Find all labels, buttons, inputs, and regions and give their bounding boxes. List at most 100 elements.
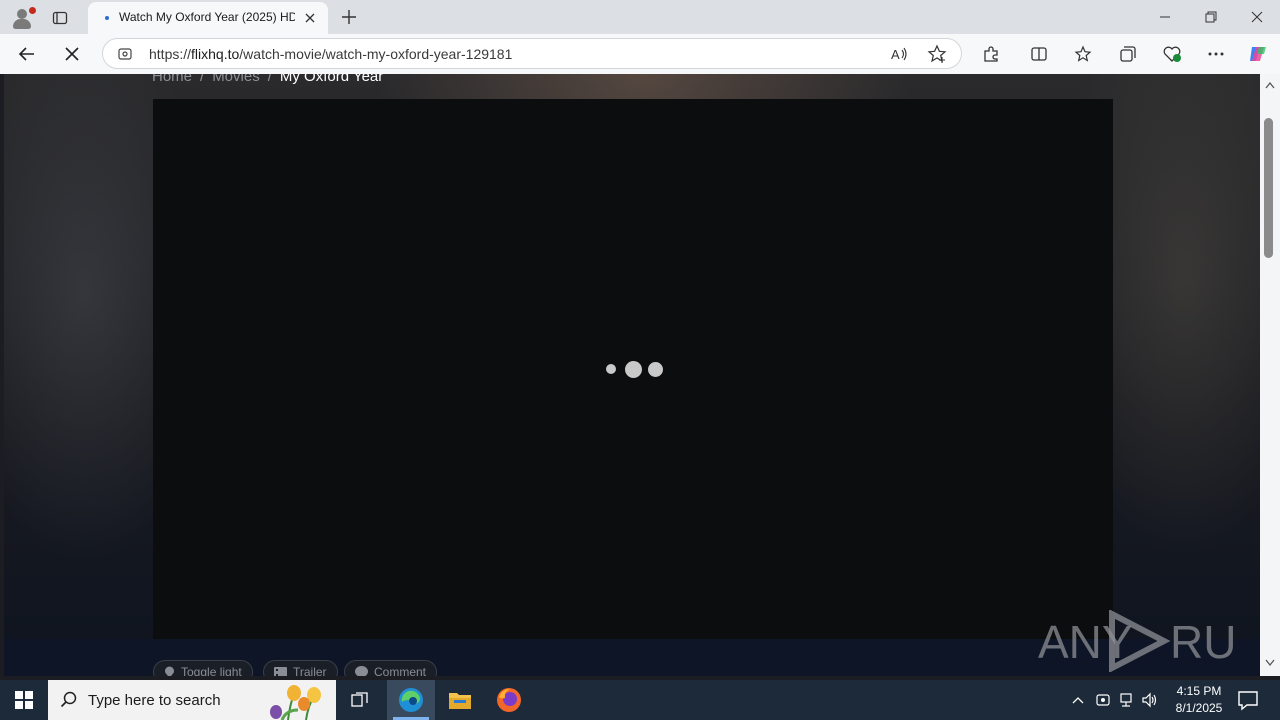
back-button[interactable] <box>11 38 43 70</box>
minimize-icon <box>1160 16 1170 18</box>
folder-icon <box>449 693 471 709</box>
restore-icon <box>1205 11 1217 23</box>
search-icon <box>60 691 77 708</box>
favorites-button[interactable] <box>1067 38 1099 70</box>
tab-loading-icon <box>105 16 109 20</box>
firefox-icon <box>497 688 521 712</box>
back-arrow-icon <box>18 47 34 61</box>
split-screen-icon <box>1031 47 1047 61</box>
search-placeholder: Type here to search <box>88 692 221 709</box>
toggle-light-button[interactable]: Toggle light <box>153 660 253 676</box>
taskbar-clock[interactable]: 4:15 PM 8/1/2025 <box>1168 683 1230 717</box>
web-page: Home / Movies / My Oxford Year Toggle light … <box>4 74 1260 676</box>
loader-dot <box>606 364 616 374</box>
profile-avatar-body <box>13 19 31 29</box>
trailer-button[interactable]: Trailer <box>263 660 338 676</box>
breadcrumb-separator: / <box>200 74 205 85</box>
stop-icon <box>65 47 79 61</box>
windows-taskbar: Type here to search 4:15 PM 8/1/2025 <box>0 680 1280 720</box>
settings-more-button[interactable] <box>1200 38 1232 70</box>
close-window-button[interactable] <box>1234 0 1280 34</box>
comment-icon <box>355 666 368 676</box>
address-bar[interactable]: https://flixhq.to/watch-movie/watch-my-o… <box>102 38 962 69</box>
taskbar-edge-app[interactable] <box>387 680 435 720</box>
site-info-icon[interactable] <box>117 46 133 62</box>
toggle-light-label: Toggle light <box>181 665 242 676</box>
tab-actions-button[interactable] <box>46 6 74 30</box>
film-icon <box>274 666 287 676</box>
loader-dot <box>625 361 642 378</box>
network-tray-button[interactable] <box>1116 690 1136 710</box>
show-hidden-icons-button[interactable] <box>1068 690 1088 710</box>
watermark-text-left: ANY <box>1038 616 1133 668</box>
restore-button[interactable] <box>1188 0 1234 34</box>
trailer-label: Trailer <box>293 665 327 676</box>
split-screen-button[interactable] <box>1023 38 1055 70</box>
page-scrollbar[interactable] <box>1260 74 1280 676</box>
stop-loading-button[interactable] <box>56 38 88 70</box>
start-button[interactable] <box>0 680 48 720</box>
windows-logo-icon <box>15 691 33 709</box>
url-text[interactable]: https://flixhq.to/watch-movie/watch-my-o… <box>149 46 512 62</box>
breadcrumb: Home / Movies / My Oxford Year <box>152 74 383 85</box>
meet-now-tray-button[interactable] <box>1093 690 1113 710</box>
puzzle-icon <box>984 46 998 62</box>
profile-notification-dot <box>29 7 36 14</box>
breadcrumb-movies-link[interactable]: Movies <box>212 74 260 85</box>
scrollbar-thumb[interactable] <box>1264 118 1273 258</box>
url-prefix: https:// <box>149 46 192 62</box>
url-path: /watch-movie/watch-my-oxford-year-129181 <box>239 46 513 62</box>
browser-tab-bar: Watch My Oxford Year (2025) HD <box>0 0 1280 34</box>
anyrun-watermark-logo: ANY RUN <box>1038 610 1238 672</box>
watermark-text-right: RUN <box>1170 616 1238 668</box>
heart-pulse-icon <box>1163 46 1181 62</box>
add-favorite-icon[interactable] <box>927 44 947 64</box>
profile-avatar-icon <box>17 9 27 19</box>
scroll-down-arrow-icon[interactable] <box>1265 659 1275 667</box>
video-player[interactable] <box>153 99 1113 639</box>
loading-spinner-icon <box>603 361 663 378</box>
volume-tray-button[interactable] <box>1140 690 1160 710</box>
comment-label: Comment <box>374 665 427 676</box>
loader-dot <box>648 362 663 377</box>
scroll-up-arrow-icon[interactable] <box>1265 81 1275 89</box>
profile-button[interactable] <box>6 4 38 32</box>
task-view-button[interactable] <box>336 680 384 720</box>
comment-button[interactable]: Comment <box>344 660 438 676</box>
more-dots-icon <box>1208 52 1224 56</box>
taskbar-firefox-app[interactable] <box>485 680 533 720</box>
browser-essentials-button[interactable] <box>1156 38 1188 70</box>
tab-actions-icon <box>52 11 68 25</box>
extensions-button[interactable] <box>975 38 1007 70</box>
tab-title: Watch My Oxford Year (2025) HD <box>119 10 295 24</box>
meet-now-icon <box>1096 694 1110 706</box>
collections-icon <box>1120 46 1136 62</box>
collections-button[interactable] <box>1112 38 1144 70</box>
network-icon <box>1120 693 1132 707</box>
active-tab[interactable]: Watch My Oxford Year (2025) HD <box>88 2 328 34</box>
task-view-icon <box>351 692 368 707</box>
edge-browser-icon <box>399 688 423 712</box>
copilot-icon <box>1250 47 1266 61</box>
chevron-up-icon <box>1072 697 1084 704</box>
breadcrumb-separator: / <box>267 74 272 85</box>
clock-time: 4:15 PM <box>1176 684 1222 698</box>
search-highlight-flowers-icon <box>270 685 321 720</box>
url-host: flixhq.to <box>191 46 240 62</box>
breadcrumb-home-link[interactable]: Home <box>152 74 192 85</box>
close-window-icon <box>1251 11 1263 23</box>
speaker-icon <box>1142 692 1157 708</box>
minimize-button[interactable] <box>1142 0 1188 34</box>
favorites-star-icon <box>1074 45 1092 62</box>
new-tab-icon[interactable] <box>338 6 360 28</box>
copilot-button[interactable] <box>1242 38 1274 70</box>
close-tab-icon[interactable] <box>302 10 318 26</box>
clock-date: 8/1/2025 <box>1175 701 1223 715</box>
read-aloud-icon[interactable]: A <box>889 44 909 64</box>
notifications-icon[interactable] <box>1236 688 1260 712</box>
taskbar-search-box[interactable]: Type here to search <box>48 680 336 720</box>
svg-text:A: A <box>891 47 900 62</box>
breadcrumb-current: My Oxford Year <box>279 74 384 85</box>
taskbar-file-explorer-app[interactable] <box>436 680 484 720</box>
browser-toolbar: https://flixhq.to/watch-movie/watch-my-o… <box>0 34 1280 74</box>
